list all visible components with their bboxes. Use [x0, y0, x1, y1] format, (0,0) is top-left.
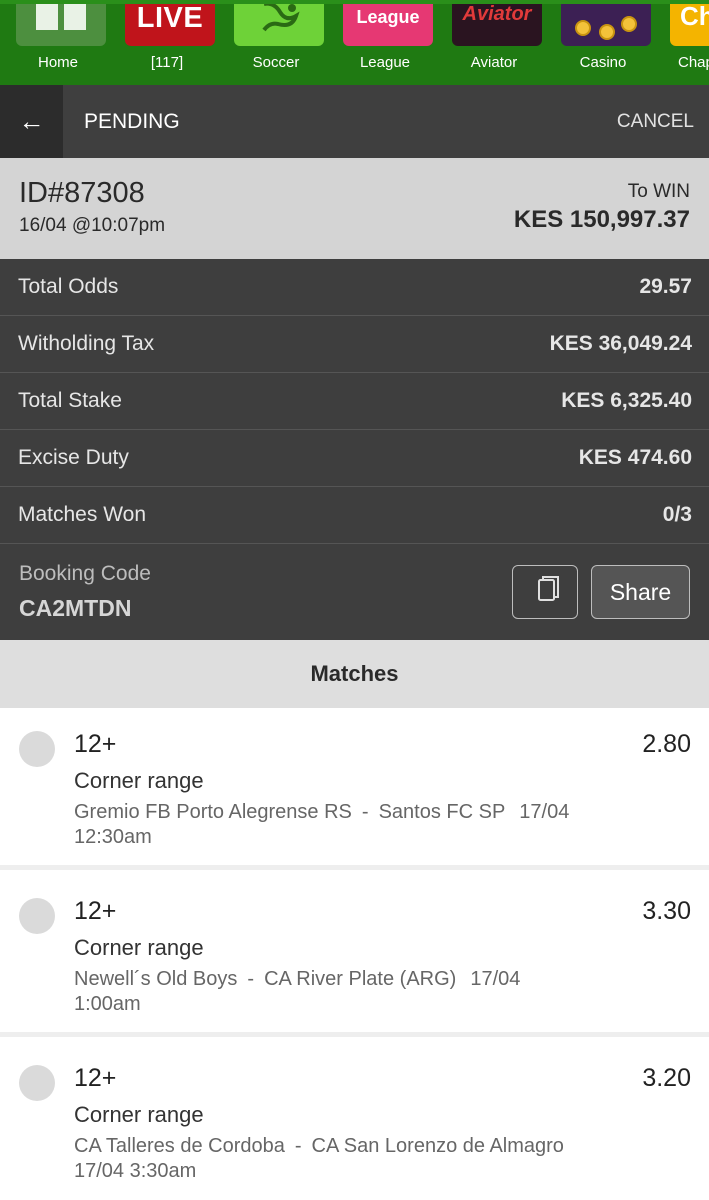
to-win-amount: KES 150,997.37	[513, 206, 690, 233]
nav-item-casino[interactable]: Casino	[549, 4, 657, 85]
bet-date: 16/04 @10:07pm	[19, 215, 166, 236]
home-team: CA Talleres de Cordoba	[74, 1135, 285, 1157]
match-odds: 2.80	[642, 730, 691, 758]
matches-section-title: Matches	[0, 640, 709, 708]
page-title: PENDING	[84, 110, 180, 133]
detail-row-total-stake: Total Stake KES 6,325.40	[0, 373, 709, 430]
copy-button[interactable]	[512, 565, 578, 619]
copy-icon	[538, 576, 559, 601]
detail-value: KES 474.60	[578, 446, 692, 469]
chap-icon: Ch	[670, 1, 709, 46]
match-teams: Gremio FB Porto Alegrense RS - Santos FC S…	[74, 800, 634, 850]
booking-section: Booking Code CA2MTDN Share	[0, 544, 709, 640]
detail-value: 0/3	[662, 503, 692, 526]
match-item[interactable]: 12+ 3.20 Corner range CA Talleres de Cor…	[0, 1042, 709, 1200]
match-item[interactable]: 12+ 3.30 Corner range Newell´s Old Boys -…	[0, 875, 709, 1037]
team-separator: -	[294, 1135, 302, 1157]
arrow-left-icon: ←	[18, 106, 45, 136]
detail-label: Witholding Tax	[18, 332, 155, 355]
match-market: Corner range	[74, 935, 204, 960]
live-icon: LIVE	[125, 2, 215, 46]
back-button[interactable]: ←	[0, 85, 63, 158]
match-teams: CA Talleres de Cordoba - CA San Lorenzo de…	[74, 1134, 634, 1184]
match-date: 17/04	[74, 1160, 125, 1182]
home-team: Gremio FB Porto Alegrense RS	[74, 801, 352, 823]
nav-item-aviator[interactable]: Aviator Aviator	[440, 4, 548, 85]
match-date: 17/04	[519, 801, 570, 823]
match-date: 17/04	[470, 968, 521, 990]
aviator-tile-text: Aviator	[462, 3, 532, 25]
detail-row-matches-won: Matches Won 0/3	[0, 487, 709, 544]
match-odds: 3.20	[642, 1064, 691, 1092]
top-navigation: Home LIVE [117] Soccer League League Avi…	[0, 0, 709, 85]
to-win-label: To WIN	[627, 181, 690, 202]
match-market: Corner range	[74, 1102, 204, 1127]
home-icon	[16, 4, 106, 46]
chap-tile-text: Ch	[680, 1, 709, 31]
status-circle-icon	[19, 898, 55, 934]
match-pick: 12+	[74, 730, 117, 758]
nav-label: Soccer	[252, 54, 300, 71]
nav-label: Home	[37, 54, 78, 71]
detail-value: 29.57	[639, 275, 692, 298]
away-team: CA San Lorenzo de Almagro	[311, 1135, 564, 1157]
share-button[interactable]: Share	[591, 565, 690, 619]
live-tile-text: LIVE	[136, 2, 204, 34]
booking-code: CA2MTDN	[19, 595, 132, 621]
team-separator: -	[361, 801, 369, 823]
nav-item-home[interactable]: Home	[4, 4, 112, 85]
bet-id: ID#87308	[19, 177, 145, 209]
nav-item-soccer[interactable]: Soccer	[222, 4, 330, 85]
detail-value: KES 6,325.40	[561, 389, 692, 412]
nav-label: League	[359, 54, 411, 71]
detail-row-excise-duty: Excise Duty KES 474.60	[0, 430, 709, 487]
match-teams: Newell´s Old Boys - CA River Plate (ARG) 17…	[74, 967, 634, 1017]
bet-summary: ID#87308 16/04 @10:07pm To WIN KES 150,9…	[0, 158, 709, 259]
booking-code-label: Booking Code	[19, 562, 151, 585]
nav-label: Casino	[579, 54, 627, 71]
match-time: 1:00am	[74, 993, 141, 1015]
away-team: CA River Plate (ARG)	[264, 968, 457, 990]
casino-coins-icon	[561, 4, 651, 46]
nav-item-league[interactable]: League League	[331, 4, 439, 85]
match-odds: 3.30	[642, 897, 691, 925]
away-team: Santos FC SP	[378, 801, 506, 823]
match-item[interactable]: 12+ 2.80 Corner range Gremio FB Porto Al…	[0, 708, 709, 870]
nav-label: Chap	[678, 54, 709, 71]
bet-details: Total Odds 29.57 Witholding Tax KES 36,0…	[0, 259, 709, 544]
detail-row-witholding-tax: Witholding Tax KES 36,049.24	[0, 316, 709, 373]
detail-label: Excise Duty	[18, 446, 129, 469]
page-header: ← PENDING CANCEL	[0, 85, 709, 158]
nav-item-live[interactable]: LIVE [117]	[113, 4, 221, 85]
league-tile-text: League	[356, 7, 420, 27]
match-time: 3:30am	[129, 1160, 197, 1182]
detail-value: KES 36,049.24	[549, 332, 692, 355]
soccer-player-icon	[234, 4, 324, 46]
aviator-icon: Aviator	[452, 3, 542, 46]
detail-row-total-odds: Total Odds 29.57	[0, 259, 709, 316]
team-separator: -	[247, 968, 255, 990]
detail-label: Total Odds	[18, 275, 119, 298]
match-pick: 12+	[74, 1064, 117, 1092]
nav-label: Aviator	[470, 54, 518, 71]
league-icon: League	[343, 4, 433, 46]
detail-label: Total Stake	[18, 389, 122, 412]
cancel-button[interactable]: CANCEL	[617, 85, 694, 158]
nav-item-chap[interactable]: Ch Chap	[658, 4, 709, 85]
match-time: 12:30am	[74, 826, 152, 848]
match-market: Corner range	[74, 768, 204, 793]
match-pick: 12+	[74, 897, 117, 925]
status-circle-icon	[19, 1065, 55, 1101]
home-team: Newell´s Old Boys	[74, 968, 238, 990]
detail-label: Matches Won	[18, 503, 146, 526]
status-circle-icon	[19, 731, 55, 767]
nav-label: [117]	[150, 54, 184, 71]
